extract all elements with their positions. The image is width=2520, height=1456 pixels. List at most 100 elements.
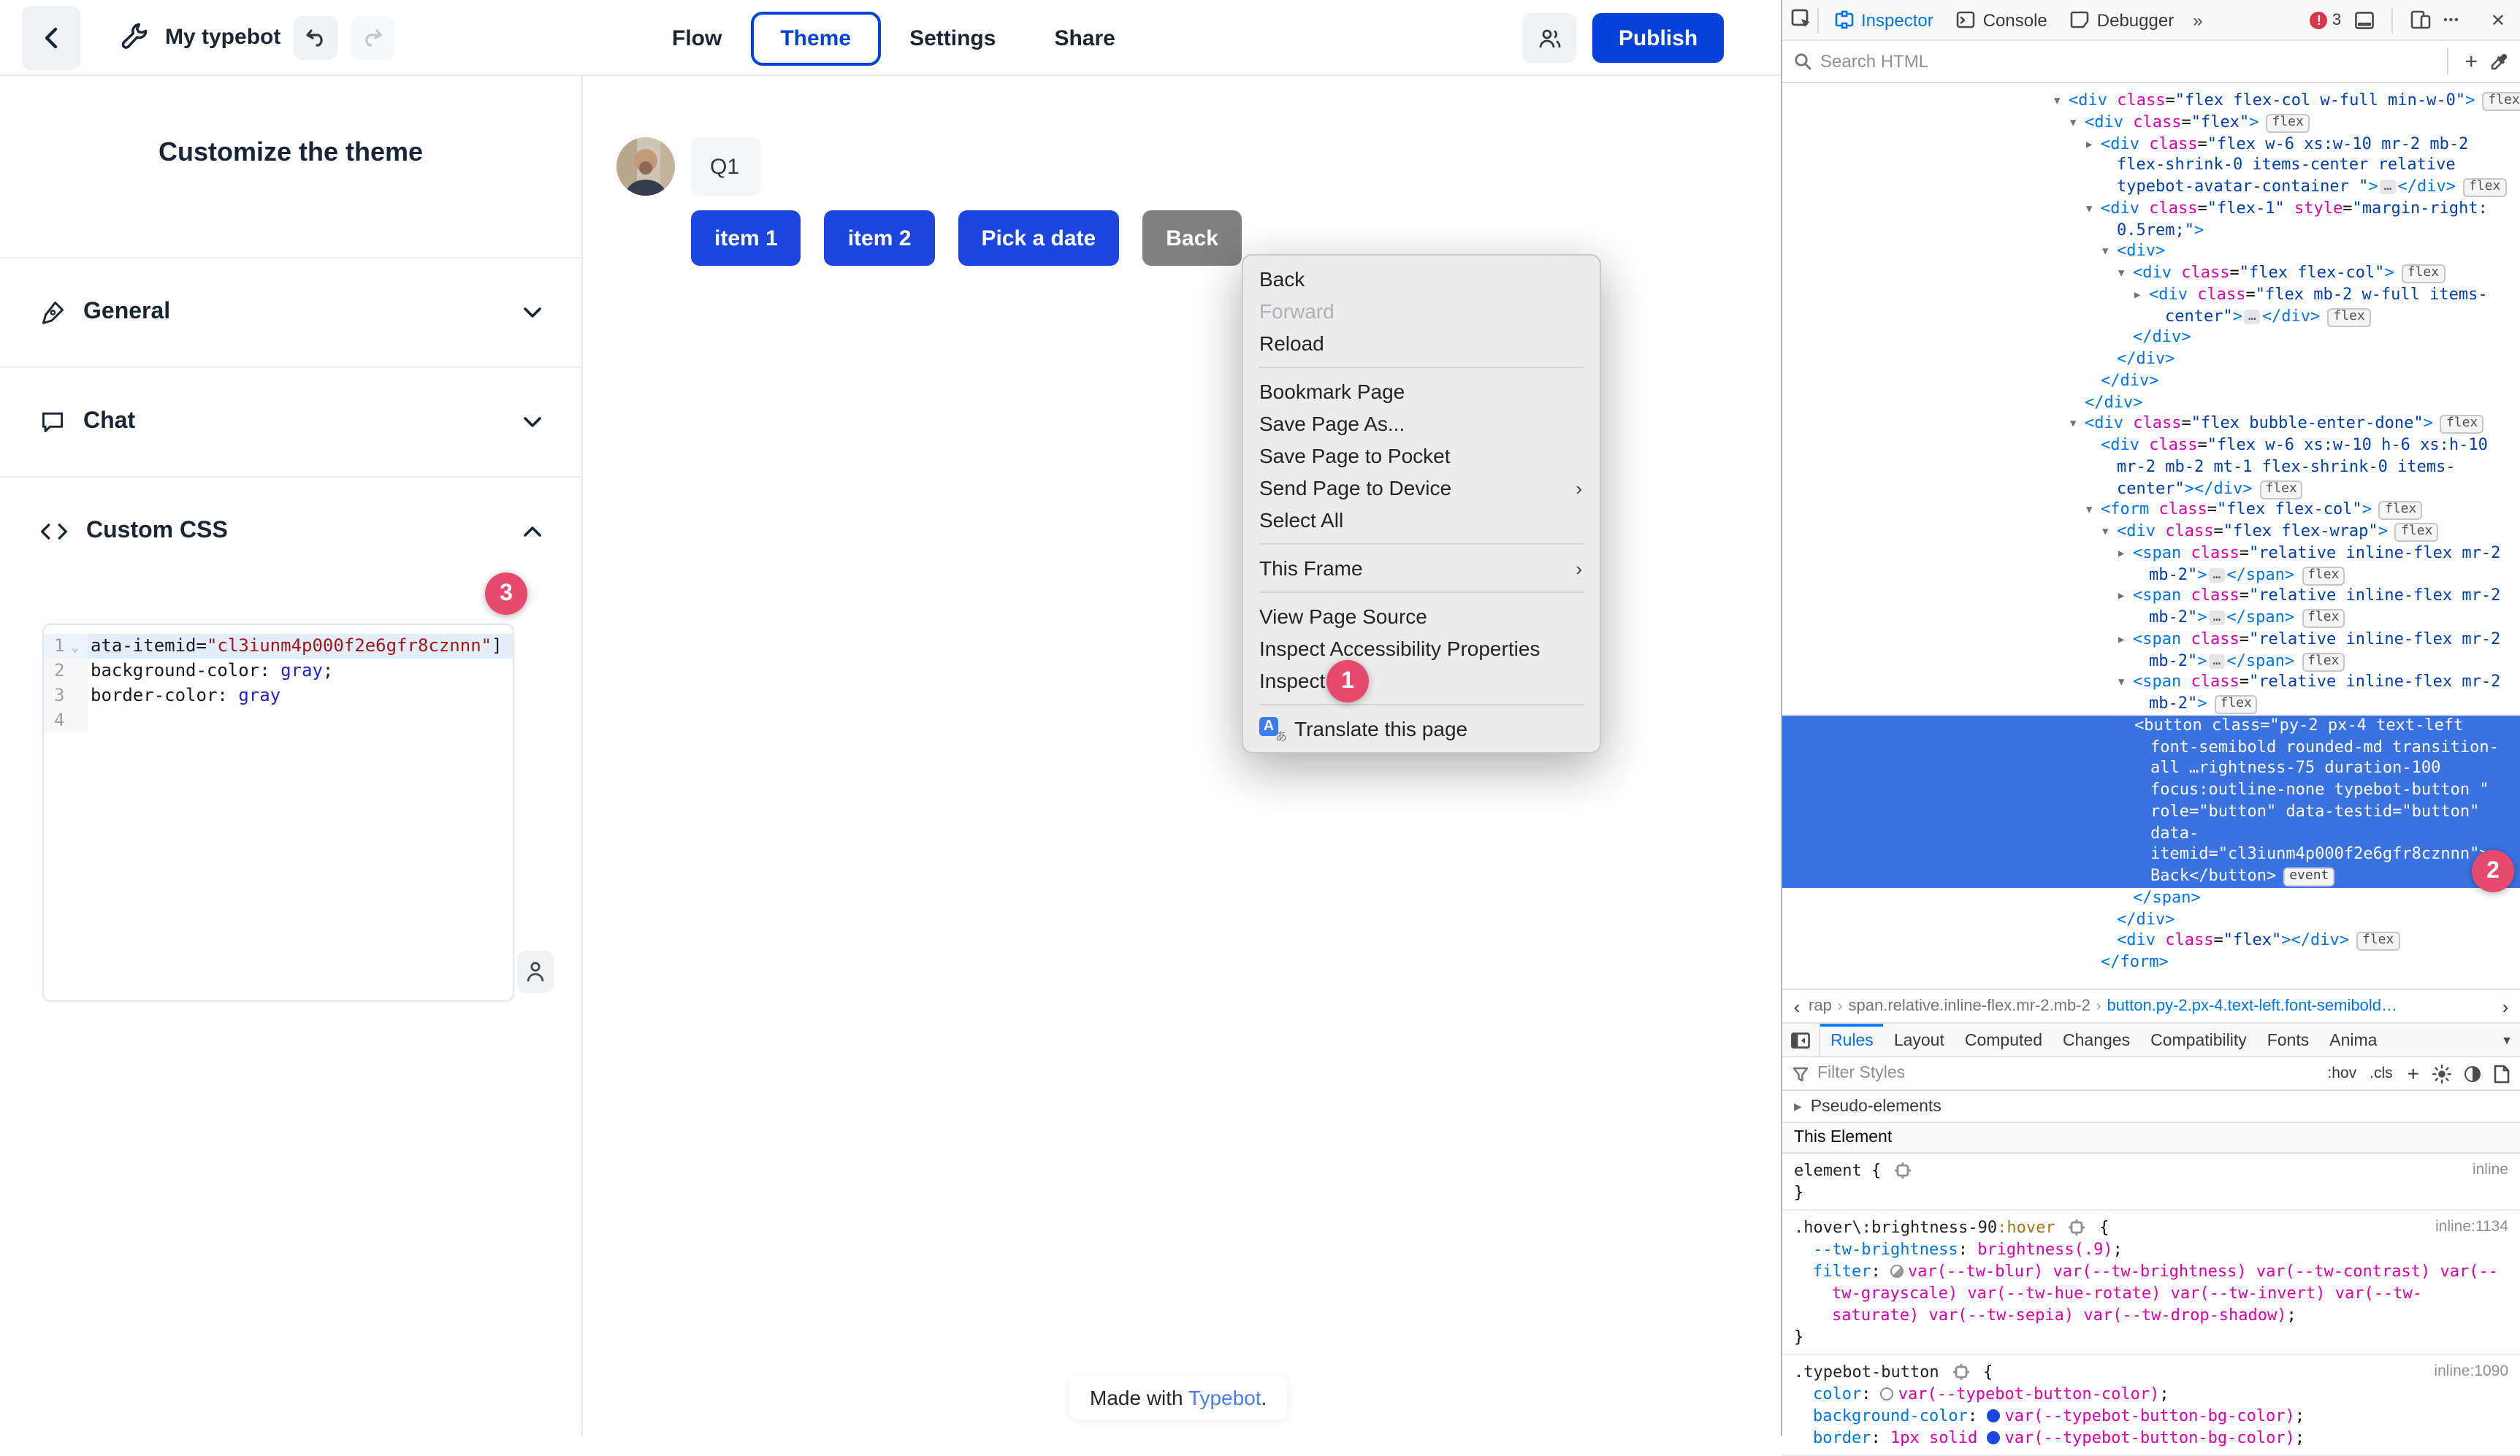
tree-line[interactable]: ▼<form class="flex flex-col">flex bbox=[1782, 500, 2520, 522]
tree-line[interactable]: typebot-avatar-container ">…</div>flex bbox=[1782, 177, 2520, 199]
sidebar-section-chat[interactable]: Chat bbox=[0, 367, 581, 476]
tree-line[interactable]: ▶<span class="relative inline-flex mr-2 bbox=[1782, 629, 2520, 651]
typebot-link[interactable]: Typebot bbox=[1188, 1386, 1261, 1409]
menu-item-reload[interactable]: Reload bbox=[1243, 327, 1600, 359]
menu-item-inspect[interactable]: Inspect bbox=[1243, 664, 1600, 697]
css-declaration[interactable]: filter: var(--tw-blur) var(--tw-brightne… bbox=[1794, 1260, 2508, 1326]
tab-theme[interactable]: Theme bbox=[751, 11, 880, 65]
tree-line[interactable]: ▶<div class="flex w-6 xs:w-10 mr-2 mb-2 bbox=[1782, 134, 2520, 156]
print-media-icon[interactable] bbox=[2494, 1064, 2510, 1083]
tree-line[interactable]: ▶<span class="relative inline-flex mr-2 bbox=[1782, 543, 2520, 565]
menu-item-send-page-to-device[interactable]: Send Page to Device› bbox=[1243, 472, 1600, 504]
caret-down-icon[interactable]: ▼ bbox=[2102, 242, 2117, 264]
tree-line[interactable]: </div> bbox=[1782, 392, 2520, 414]
tree-line-selected[interactable]: font-semibold rounded-md transition- bbox=[1782, 737, 2520, 759]
menu-item-view-page-source[interactable]: View Page Source bbox=[1243, 600, 1600, 632]
css-declaration[interactable]: --tw-brightness: brightness(.9); bbox=[1794, 1238, 2508, 1260]
more-tabs-icon[interactable]: » bbox=[2185, 11, 2210, 28]
filter-styles-bar[interactable]: Filter Styles :hov .cls + bbox=[1782, 1057, 2520, 1091]
css-rule[interactable]: .typebot-button {inline:1090color: var(-… bbox=[1782, 1355, 2520, 1456]
menu-item-inspect-accessibility-properties[interactable]: Inspect Accessibility Properties bbox=[1243, 632, 1600, 664]
tree-line[interactable]: </div> bbox=[1782, 328, 2520, 350]
color-swatch[interactable] bbox=[1881, 1387, 1894, 1401]
chat-button-item-2[interactable]: item 2 bbox=[825, 210, 935, 266]
caret-right-icon[interactable]: ▶ bbox=[2118, 629, 2133, 651]
tree-line[interactable]: </div> bbox=[1782, 349, 2520, 371]
light-mode-icon[interactable] bbox=[2432, 1064, 2451, 1083]
menu-item-bookmark-page[interactable]: Bookmark Page bbox=[1243, 375, 1600, 407]
tab-flow[interactable]: Flow bbox=[643, 11, 751, 65]
tree-line-selected[interactable]: itemid="cl3iunm4p000f2e6gfr8cznnn"> bbox=[1782, 845, 2520, 867]
panel-tab-anima[interactable]: Anima bbox=[2319, 1024, 2387, 1056]
close-devtools-icon[interactable]: ✕ bbox=[2491, 11, 2505, 28]
class-toggle[interactable]: .cls bbox=[2370, 1065, 2393, 1082]
panel-tab-changes[interactable]: Changes bbox=[2053, 1024, 2140, 1056]
tree-line[interactable]: center">…</div>flex bbox=[1782, 306, 2520, 328]
tree-line[interactable]: </div> bbox=[1782, 909, 2520, 931]
rule-source-link[interactable]: inline bbox=[2473, 1160, 2508, 1181]
tree-line[interactable]: mb-2">flex bbox=[1782, 694, 2520, 716]
tree-line-selected[interactable]: role="button" data-testid="button" bbox=[1782, 802, 2520, 824]
css-declaration[interactable]: background-color: var(--typebot-button-b… bbox=[1794, 1405, 2508, 1427]
sidebar-section-general[interactable]: General bbox=[0, 257, 581, 367]
caret-down-icon[interactable]: ▼ bbox=[2054, 91, 2069, 112]
color-swatch[interactable] bbox=[1987, 1409, 2000, 1422]
back-button[interactable] bbox=[22, 5, 80, 69]
tree-line[interactable]: ▼<div class="flex flex-wrap">flex bbox=[1782, 521, 2520, 543]
css-rule[interactable]: .hover\:brightness-90:hover {inline:1134… bbox=[1782, 1211, 2520, 1355]
menu-item-save-page-as[interactable]: Save Page As... bbox=[1243, 407, 1600, 440]
caret-right-icon[interactable]: ▶ bbox=[2086, 134, 2101, 156]
tree-line-selected[interactable]: <button class="py-2 px-4 text-left bbox=[1782, 716, 2520, 737]
panel-tab-fonts[interactable]: Fonts bbox=[2257, 1024, 2320, 1056]
tree-line[interactable]: ▼<div class="flex-1" style="margin-right… bbox=[1782, 199, 2520, 221]
chat-button-pick-a-date[interactable]: Pick a date bbox=[958, 210, 1119, 266]
css-rule[interactable]: element { inline} bbox=[1782, 1154, 2520, 1211]
panel-tab-rules[interactable]: Rules bbox=[1820, 1024, 1884, 1056]
editor-line[interactable]: 4 bbox=[44, 708, 513, 733]
tree-line-selected[interactable]: Back</button>event bbox=[1782, 866, 2520, 888]
caret-down-icon[interactable]: ▼ bbox=[2070, 112, 2085, 134]
caret-down-icon[interactable]: ▼ bbox=[2086, 500, 2101, 522]
tree-line[interactable]: mb-2">…</span>flex bbox=[1782, 608, 2520, 629]
preview-user-button[interactable] bbox=[517, 951, 554, 993]
responsive-mode-icon[interactable] bbox=[2410, 10, 2430, 29]
chat-button-back[interactable]: Back bbox=[1142, 210, 1242, 266]
menu-item-save-page-to-pocket[interactable]: Save Page to Pocket bbox=[1243, 440, 1600, 472]
breadcrumb-left-icon[interactable]: ‹ bbox=[1785, 995, 1809, 1017]
menu-item-translate-this-page[interactable]: AあTranslate this page bbox=[1243, 713, 1600, 745]
custom-css-editor[interactable]: 1 ⌄ata-itemid="cl3iunm4p000f2e6gfr8cznnn… bbox=[42, 624, 514, 1002]
menu-item-back[interactable]: Back bbox=[1243, 263, 1600, 295]
pseudo-class-toggle[interactable]: :hov bbox=[2327, 1065, 2356, 1082]
devtools-tab-inspector[interactable]: Inspector bbox=[1823, 0, 1945, 39]
rule-source-link[interactable]: inline:1090 bbox=[2434, 1361, 2508, 1383]
redo-button[interactable] bbox=[351, 15, 394, 59]
tree-line-selected[interactable]: all …rightness-75 duration-100 bbox=[1782, 759, 2520, 781]
breadcrumb-item[interactable]: rap bbox=[1809, 997, 1832, 1015]
dark-mode-icon[interactable] bbox=[2464, 1065, 2481, 1081]
add-rule-icon[interactable]: + bbox=[2408, 1062, 2419, 1085]
target-icon[interactable] bbox=[1895, 1162, 1911, 1179]
color-swatch[interactable] bbox=[1987, 1431, 2000, 1444]
panel-tab-compatibility[interactable]: Compatibility bbox=[2140, 1024, 2257, 1056]
caret-right-icon[interactable]: ▶ bbox=[2134, 285, 2149, 307]
devtools-tab-debugger[interactable]: Debugger bbox=[2059, 0, 2185, 39]
caret-down-icon[interactable]: ▼ bbox=[2118, 263, 2133, 285]
chevron-down-icon[interactable]: ▼ bbox=[2494, 1024, 2520, 1056]
chat-button-item-1[interactable]: item 1 bbox=[691, 210, 801, 266]
tab-settings[interactable]: Settings bbox=[880, 11, 1025, 65]
tree-line[interactable]: ▼<div> bbox=[1782, 242, 2520, 264]
tree-line[interactable]: mb-2">…</span>flex bbox=[1782, 564, 2520, 586]
tree-line[interactable]: center"></div>flex bbox=[1782, 478, 2520, 500]
sidebar-section-custom-css[interactable]: Custom CSS bbox=[0, 476, 581, 586]
tree-line[interactable]: </form> bbox=[1782, 952, 2520, 974]
tree-line[interactable]: ▼<div class="flex flex-col">flex bbox=[1782, 263, 2520, 285]
tree-line[interactable]: mb-2">…</span>flex bbox=[1782, 651, 2520, 673]
editor-line[interactable]: 2background-color: gray; bbox=[44, 659, 513, 683]
breadcrumb-right-icon[interactable]: › bbox=[2494, 995, 2517, 1017]
split-console-icon[interactable] bbox=[2354, 11, 2373, 28]
caret-down-icon[interactable]: ▼ bbox=[2070, 414, 2085, 436]
color-swatch[interactable] bbox=[1890, 1265, 1904, 1278]
tree-line[interactable]: <div class="flex w-6 xs:w-10 h-6 xs:h-10 bbox=[1782, 435, 2520, 457]
tree-line-selected[interactable]: focus:outline-none typebot-button " bbox=[1782, 780, 2520, 802]
tab-share[interactable]: Share bbox=[1025, 11, 1144, 65]
